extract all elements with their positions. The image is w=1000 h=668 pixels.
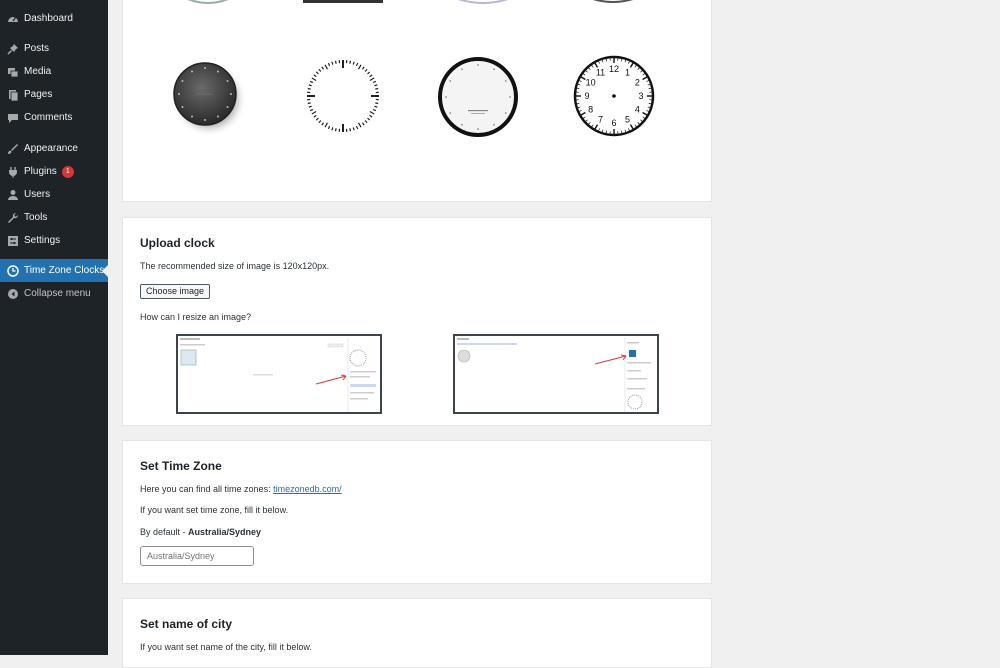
default-prefix: By default - <box>140 527 188 537</box>
section-title: Set name of city <box>140 617 232 631</box>
sidebar-item-plugins[interactable]: Plugins 1 <box>0 160 108 183</box>
pages-icon <box>6 88 20 102</box>
upload-clock-panel: Upload clock The recommended size of ima… <box>122 217 712 426</box>
city-name-panel: Set name of city If you want set name of… <box>122 598 712 668</box>
sidebar-item-label: Collapse menu <box>24 288 91 299</box>
collapse-menu-button[interactable]: Collapse menu <box>0 282 108 305</box>
sidebar-item-label: Users <box>24 189 50 200</box>
sidebar-item-dashboard[interactable]: Dashboard <box>0 7 108 30</box>
pin-icon <box>6 42 20 56</box>
time-zone-find-text: Here you can find all time zones: timezo… <box>140 484 342 494</box>
clock-option-dark[interactable] <box>167 57 247 137</box>
clock-number: 5 <box>625 114 630 124</box>
sidebar-item-label: Time Zone Clocks <box>24 265 104 276</box>
clock-number: 3 <box>638 91 643 101</box>
clock-number: 10 <box>586 78 596 88</box>
clock-option-ring[interactable] <box>436 55 520 139</box>
plugins-update-badge: 1 <box>62 166 74 178</box>
choose-image-button[interactable]: Choose image <box>140 284 210 299</box>
section-title: Set Time Zone <box>140 459 222 473</box>
sidebar-item-pages[interactable]: Pages <box>0 83 108 106</box>
city-fill-text: If you want set name of the city, fill i… <box>140 642 312 652</box>
clock-option-partial[interactable] <box>453 0 513 5</box>
sidebar-item-label: Dashboard <box>24 13 73 24</box>
settings-icon <box>6 234 20 248</box>
clock-option-ticks[interactable] <box>303 56 383 136</box>
clock-option-partial[interactable] <box>183 0 233 5</box>
sidebar-item-posts[interactable]: Posts <box>0 37 108 60</box>
clock-number: 9 <box>584 91 589 101</box>
sidebar-item-appearance[interactable]: Appearance <box>0 137 108 160</box>
sidebar-item-settings[interactable]: Settings <box>0 229 108 252</box>
sidebar-item-media[interactable]: Media <box>0 60 108 83</box>
wrench-icon <box>6 211 20 225</box>
plugin-icon <box>6 165 20 179</box>
comments-icon <box>6 111 20 125</box>
clock-number: 2 <box>635 78 640 88</box>
sidebar-item-label: Posts <box>24 43 49 54</box>
resize-help-screenshot-2 <box>453 334 659 414</box>
media-icon <box>6 65 20 79</box>
clock-option-partial[interactable] <box>303 0 383 3</box>
default-value: Australia/Sydney <box>188 527 261 537</box>
clock-option-numbers[interactable]: 12 12 3 45678 9 1011 <box>572 54 656 138</box>
brush-icon <box>6 142 20 156</box>
sidebar-item-comments[interactable]: Comments <box>0 106 108 129</box>
sidebar-item-label: Appearance <box>24 143 78 154</box>
time-zone-input[interactable] <box>140 546 254 566</box>
clock-number: 11 <box>596 68 605 78</box>
sidebar-item-label: Settings <box>24 235 60 246</box>
clock-number: 8 <box>588 105 593 115</box>
clock-number: 6 <box>611 118 616 128</box>
clock-icon <box>6 264 20 278</box>
dashboard-icon <box>6 12 20 26</box>
sidebar-item-label: Plugins <box>24 166 57 177</box>
section-title: Upload clock <box>140 236 215 250</box>
sidebar-item-label: Pages <box>24 89 52 100</box>
clock-number: 12 <box>609 64 619 74</box>
clock-number: 7 <box>598 114 603 124</box>
timezonedb-link[interactable]: timezonedb.com/ <box>273 484 342 494</box>
sidebar-item-time-zone-clocks[interactable]: Time Zone Clocks <box>0 259 108 282</box>
clock-styles-panel: 12 12 3 45678 9 1011 <box>122 0 712 202</box>
sidebar-item-tools[interactable]: Tools <box>0 206 108 229</box>
time-zone-panel: Set Time Zone Here you can find all time… <box>122 440 712 584</box>
sidebar-item-label: Media <box>24 66 51 77</box>
sidebar-item-label: Tools <box>24 212 47 223</box>
clock-number: 1 <box>625 68 630 78</box>
time-zone-default-text: By default - Australia/Sydney <box>140 527 261 537</box>
sidebar-item-label: Comments <box>24 112 72 123</box>
users-icon <box>6 188 20 202</box>
find-text-label: Here you can find all time zones: <box>140 484 271 494</box>
clock-number: 4 <box>635 105 640 115</box>
image-size-note: The recommended size of image is 120x120… <box>140 261 329 271</box>
sidebar-item-users[interactable]: Users <box>0 183 108 206</box>
clock-option-partial[interactable] <box>588 0 638 5</box>
resize-question: How can I resize an image? <box>140 312 251 322</box>
resize-help-screenshot-1 <box>176 334 382 414</box>
collapse-icon <box>6 287 20 301</box>
active-menu-arrow <box>102 265 108 277</box>
time-zone-fill-text: If you want set time zone, fill it below… <box>140 505 288 515</box>
admin-sidebar: Dashboard Posts Media Pages Comments App… <box>0 0 108 655</box>
